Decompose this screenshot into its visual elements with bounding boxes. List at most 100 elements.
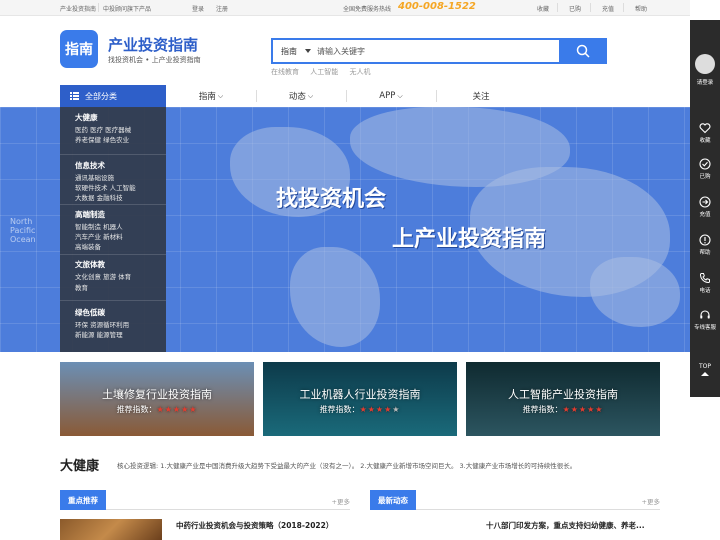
featured-header: 重点推荐 +更多 (60, 490, 350, 510)
category-group-health[interactable]: 大健康 医药 医疗 医疗器械 养老保健 绿色农业 (60, 107, 166, 155)
sidebar-label: 电话 (699, 288, 711, 294)
sidebar-item-purchased[interactable]: 已购 (690, 158, 720, 180)
alert-circle-icon (699, 234, 711, 246)
sidebar-item-phone[interactable]: 电话 (690, 272, 720, 294)
nav-item-news[interactable]: 动态 ⌵ (256, 85, 346, 107)
tab-latest[interactable]: 最新动态 (370, 490, 416, 510)
sidebar-label: 收藏 (699, 138, 711, 144)
chevron-down-icon[interactable] (305, 49, 311, 53)
category-title[interactable]: 大健康 (75, 112, 98, 123)
card-title: 土壤修复行业投资指南 (102, 388, 212, 401)
sidebar-label: 充值 (699, 212, 711, 218)
category-group-it[interactable]: 信息技术 通讯基础设施 软硬件技术 人工智能 大数据 金融科技 (60, 155, 166, 205)
category-links[interactable]: 环保 资源循环利用 (75, 319, 129, 329)
chevron-up-icon (701, 372, 709, 376)
featured-more-link[interactable]: +更多 (332, 496, 350, 506)
category-title[interactable]: 文旅体教 (75, 259, 105, 270)
category-links[interactable]: 通讯基础设施 (75, 172, 114, 182)
hotword[interactable]: 在线教育 (271, 68, 299, 76)
promo-card-soil[interactable]: 土壤修复行业投资指南 推荐指数：★★★★★ (60, 362, 254, 436)
favorite-link[interactable]: 收藏 (537, 4, 549, 13)
chevron-down-icon: ⌵ (307, 91, 314, 100)
promo-card-robot[interactable]: 工业机器人行业投资指南 推荐指数：★★★★★ (263, 362, 457, 436)
star-icon: ★★★★★ (156, 405, 198, 414)
rating-label: 推荐指数： (116, 405, 157, 414)
rating-label: 推荐指数： (522, 405, 563, 414)
banner-headline-1: 找投资机会 (276, 187, 387, 212)
sidebar-item-help[interactable]: 帮助 (690, 234, 720, 256)
category-links[interactable]: 医药 医疗 医疗器械 (75, 124, 131, 134)
card-rating: 推荐指数：★★★★★ (60, 404, 254, 415)
nav-item-guide[interactable]: 指南 ⌵ (166, 85, 256, 107)
nav-item-app[interactable]: APP ⌵ (346, 85, 436, 107)
category-links[interactable]: 大数据 金融科技 (75, 192, 123, 202)
sidebar-login[interactable]: 请登录 (690, 76, 720, 86)
search-button[interactable] (559, 38, 607, 64)
category-links[interactable]: 新能源 能源管理 (75, 329, 123, 339)
logo[interactable]: 指南 (60, 30, 98, 68)
check-circle-icon (699, 158, 711, 170)
help-link[interactable]: 帮助 (635, 4, 647, 13)
chevron-down-icon: ⌵ (397, 91, 403, 100)
phone-icon (699, 273, 710, 284)
login-link[interactable]: 登录 (192, 4, 204, 13)
nav-label: APP (379, 91, 396, 101)
avatar[interactable] (695, 54, 715, 74)
star-icon: ★★★★★ (562, 405, 604, 414)
sidebar-item-favorite[interactable]: 收藏 (690, 122, 720, 144)
back-to-top-button[interactable]: TOP (690, 363, 720, 376)
search-icon (576, 44, 590, 58)
card-rating: 推荐指数：★★★★★ (466, 404, 660, 415)
all-categories-label: 全部分类 (85, 92, 117, 101)
category-group-manufacturing[interactable]: 高端制造 智能制造 机器人 汽车产业 新材料 高端装备 (60, 205, 166, 255)
top-label: TOP (698, 363, 711, 370)
hotline-number: 400-008-1522 (398, 1, 476, 12)
site-subtitle: 找投资机会 • 上产业投资指南 (108, 56, 201, 64)
category-title[interactable]: 信息技术 (75, 160, 105, 171)
hotline-label: 全国免费服务热线 (343, 6, 392, 13)
section-title: 大健康 (60, 459, 100, 474)
category-panel: 大健康 医药 医疗 医疗器械 养老保健 绿色农业 信息技术 通讯基础设施 软硬件… (60, 107, 166, 352)
category-links[interactable]: 养老保健 绿色农业 (75, 134, 129, 144)
site-title: 产业投资指南 (108, 36, 199, 54)
sidebar-label: 帮助 (699, 250, 711, 256)
heart-icon (699, 123, 711, 134)
recharge-link[interactable]: 充值 (602, 4, 614, 13)
rating-label: 推荐指数： (319, 405, 360, 414)
brand-link[interactable]: 中投顾问旗下产品 (103, 4, 151, 13)
category-links[interactable]: 文化创意 旅游 体育 (75, 271, 131, 281)
promo-card-ai[interactable]: 人工智能产业投资指南 推荐指数：★★★★★ (466, 362, 660, 436)
sidebar-item-recharge[interactable]: 充值 (690, 196, 720, 218)
category-title[interactable]: 绿色低碳 (75, 307, 105, 318)
sidebar-item-service[interactable]: 专线客服 (690, 309, 720, 331)
tab-featured[interactable]: 重点推荐 (60, 490, 106, 510)
category-links[interactable]: 智能制造 机器人 (75, 221, 123, 231)
category-links[interactable]: 软硬件技术 人工智能 (75, 182, 136, 192)
search-input[interactable] (317, 43, 557, 59)
nav-item-follow[interactable]: 关注 (436, 85, 526, 107)
latest-more-link[interactable]: +更多 (642, 496, 660, 506)
sidebar-label: 请登录 (696, 80, 714, 86)
category-group-culture[interactable]: 文旅体教 文化创意 旅游 体育 教育 (60, 255, 166, 301)
star-icon: ★★★★★ (359, 405, 401, 414)
section-description: 核心投资逻辑: 1.大健康产业是中国消费升级大趋势下受益最大的产业（没有之一）。… (117, 462, 577, 470)
sidebar-label: 已购 (699, 174, 711, 180)
featured-item[interactable]: 中药行业投资机会与投资策略（2018-2022） (176, 520, 333, 531)
purchased-link[interactable]: 已购 (569, 4, 581, 13)
search-category-select[interactable]: 指南 (281, 46, 297, 57)
register-link[interactable]: 注册 (216, 4, 228, 13)
category-title[interactable]: 高端制造 (75, 209, 105, 220)
latest-item[interactable]: 十八部门印发方案，重点支持妇幼健康、养老... (486, 520, 645, 531)
featured-thumbnail[interactable] (60, 519, 162, 540)
hotword[interactable]: 人工智能 (310, 68, 338, 76)
category-links[interactable]: 高端装备 (75, 241, 101, 251)
site-link[interactable]: 产业投资指南 (60, 4, 96, 13)
top-bar: 产业投资指南 中投顾问旗下产品 登录 注册 全国免费服务热线 400-008-1… (0, 0, 690, 16)
card-rating: 推荐指数：★★★★★ (263, 404, 457, 415)
card-title: 工业机器人行业投资指南 (299, 388, 421, 401)
category-group-green[interactable]: 绿色低碳 环保 资源循环利用 新能源 能源管理 (60, 301, 166, 352)
hotword[interactable]: 无人机 (349, 68, 370, 76)
category-links[interactable]: 教育 (75, 282, 88, 292)
all-categories-button[interactable]: 全部分类 (60, 85, 166, 107)
category-links[interactable]: 汽车产业 新材料 (75, 231, 123, 241)
